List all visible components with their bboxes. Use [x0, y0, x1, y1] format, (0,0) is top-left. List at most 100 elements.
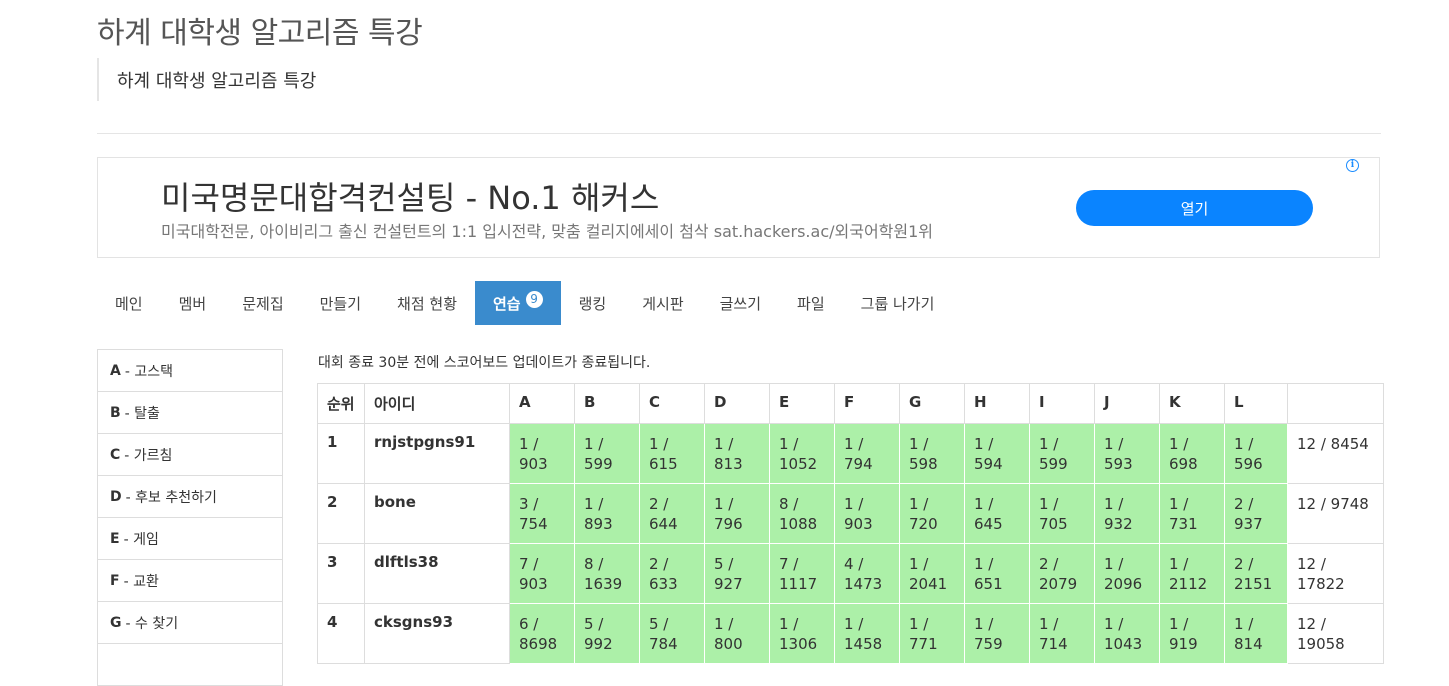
problem-result-cell: 1 /594	[964, 423, 1030, 484]
header-problem[interactable]: I	[1029, 383, 1095, 424]
tab-files[interactable]: 파일	[779, 281, 843, 325]
header-problem[interactable]: F	[834, 383, 900, 424]
solve-time: 594	[974, 455, 1003, 473]
sidebar-item-g[interactable]: G- 수 찾기	[98, 602, 282, 644]
solve-time: 596	[1234, 455, 1263, 473]
problem-result-cell: 5 /927	[704, 543, 770, 604]
attempts-count: 1 /	[519, 435, 539, 453]
sidebar-item-a[interactable]: A- 고스택	[98, 350, 282, 392]
sidebar-item-more[interactable]	[98, 644, 282, 686]
tab-label: 파일	[797, 294, 825, 313]
header-problem[interactable]: J	[1094, 383, 1160, 424]
attempts-count: 3 /	[519, 495, 539, 513]
user-id-cell[interactable]: rnjstpgns91	[364, 423, 510, 484]
sidebar-item-c[interactable]: C- 가르침	[98, 434, 282, 476]
tab-practice[interactable]: 연습 9	[475, 281, 561, 325]
attempts-count: 1 /	[1234, 615, 1254, 633]
total-cell: 12 / 8454	[1287, 423, 1384, 484]
attempts-count: 1 /	[909, 615, 929, 633]
problem-result-cell: 1 /893	[574, 483, 640, 544]
solve-time: 784	[649, 635, 678, 653]
sidebar-item-b[interactable]: B- 탈출	[98, 392, 282, 434]
ad-open-button[interactable]: 열기	[1076, 190, 1313, 226]
ad-description[interactable]: 미국대학전문, 아이비리그 출신 컨설턴트의 1:1 입시전략, 맞춤 컬리지에…	[161, 218, 933, 242]
solve-time: 927	[714, 575, 743, 593]
problem-result-cell: 1 /599	[1029, 423, 1095, 484]
problem-result-cell: 8 / 1639	[574, 543, 640, 604]
solve-time: 714	[1039, 635, 1068, 653]
tab-leave-group[interactable]: 그룹 나가기	[843, 281, 953, 325]
attempts-count: 1 /	[1104, 495, 1124, 513]
attempts-count: 1 /	[1169, 435, 1189, 453]
problem-result-cell: 1 /698	[1159, 423, 1225, 484]
solve-time: 814	[1234, 635, 1263, 653]
tab-label: 게시판	[642, 294, 684, 313]
problem-letter: C	[110, 446, 121, 463]
sidebar-item-e[interactable]: E- 게임	[98, 518, 282, 560]
solve-time: 937	[1234, 515, 1263, 533]
problem-name: - 고스택	[124, 363, 173, 380]
tab-board[interactable]: 게시판	[624, 281, 701, 325]
attempts-count: 1 /	[584, 495, 604, 513]
header-problem[interactable]: E	[769, 383, 835, 424]
attempts-count: 1 /	[974, 435, 994, 453]
solve-time: 593	[1104, 455, 1133, 473]
header-problem[interactable]: G	[899, 383, 965, 424]
table-row: 2 bone 3 /754 1 /893 2 /644 1 /796 8 /1088 1 /9…	[317, 483, 1384, 544]
problem-result-cell: 2 / 2151	[1224, 543, 1288, 604]
total-cell: 12 / 17822	[1287, 543, 1384, 604]
header-id: 아이디	[364, 383, 510, 424]
problem-result-cell: 1 /720	[899, 483, 965, 544]
problem-result-cell: 7 /903	[509, 543, 575, 604]
problem-result-cell: 1 / 2112	[1159, 543, 1225, 604]
ad-banner[interactable]: 미국명문대합격컨설팅 - No.1 해커스 미국대학전문, 아이비리그 출신 컨…	[97, 157, 1380, 258]
attempts-count: 5 /	[649, 615, 669, 633]
solve-time: 615	[649, 455, 678, 473]
ad-info-icon[interactable]: i	[1346, 159, 1359, 172]
solve-time: 1639	[584, 575, 623, 593]
solve-time: 705	[1039, 515, 1068, 533]
header-problem[interactable]: D	[704, 383, 770, 424]
header-problem[interactable]: A	[509, 383, 575, 424]
solve-time: 633	[649, 575, 678, 593]
header-problem[interactable]: K	[1159, 383, 1225, 424]
header-problem[interactable]: B	[574, 383, 640, 424]
tab-main[interactable]: 메인	[97, 281, 161, 325]
header-problem[interactable]: C	[639, 383, 705, 424]
tab-write[interactable]: 글쓰기	[702, 281, 779, 325]
page-title: 하계 대학생 알고리즘 특강	[97, 16, 423, 51]
problem-name: - 탈출	[124, 405, 160, 422]
problem-result-cell: 2 / 2079	[1029, 543, 1095, 604]
user-id-cell[interactable]: bone	[364, 483, 510, 544]
solve-time: 759	[974, 635, 1003, 653]
problem-sidebar: A- 고스택 B- 탈출 C- 가르침 D- 후보 추천하기 E- 게임 F- …	[97, 349, 283, 686]
tab-label: 문제집	[242, 294, 284, 313]
problem-name: - 후보 추천하기	[125, 489, 217, 506]
attempts-count: 5 /	[584, 615, 604, 633]
sidebar-item-f[interactable]: F- 교환	[98, 560, 282, 602]
problem-letter: A	[110, 362, 121, 379]
solve-time: 698	[1169, 455, 1198, 473]
attempts-count: 2 /	[649, 555, 669, 573]
solve-time: 796	[714, 515, 743, 533]
header-problem[interactable]: H	[964, 383, 1030, 424]
attempts-count: 1 /	[1039, 615, 1059, 633]
problem-result-cell: 2 /633	[639, 543, 705, 604]
tab-members[interactable]: 멤버	[161, 281, 225, 325]
ad-title[interactable]: 미국명문대합격컨설팅 - No.1 해커스	[161, 173, 659, 219]
sidebar-item-d[interactable]: D- 후보 추천하기	[98, 476, 282, 518]
tab-label: 멤버	[178, 294, 207, 313]
attempts-count: 1 /	[844, 615, 864, 633]
tab-create[interactable]: 만들기	[302, 281, 379, 325]
tab-status[interactable]: 채점 현황	[379, 281, 475, 325]
attempts-count: 7 /	[519, 555, 539, 573]
tab-label: 랭킹	[578, 294, 607, 313]
header-problem[interactable]: L	[1224, 383, 1288, 424]
attempts-count: 2 /	[1039, 555, 1059, 573]
user-id-cell[interactable]: dlftls38	[364, 543, 510, 604]
solve-time: 893	[584, 515, 613, 533]
table-row: 3 dlftls38 7 /903 8 /1639 2 /633 5 /927 7 /111…	[317, 543, 1384, 604]
tab-workbook[interactable]: 문제집	[224, 281, 301, 325]
tab-ranking[interactable]: 랭킹	[561, 281, 625, 325]
attempts-count: 2 /	[1234, 555, 1254, 573]
